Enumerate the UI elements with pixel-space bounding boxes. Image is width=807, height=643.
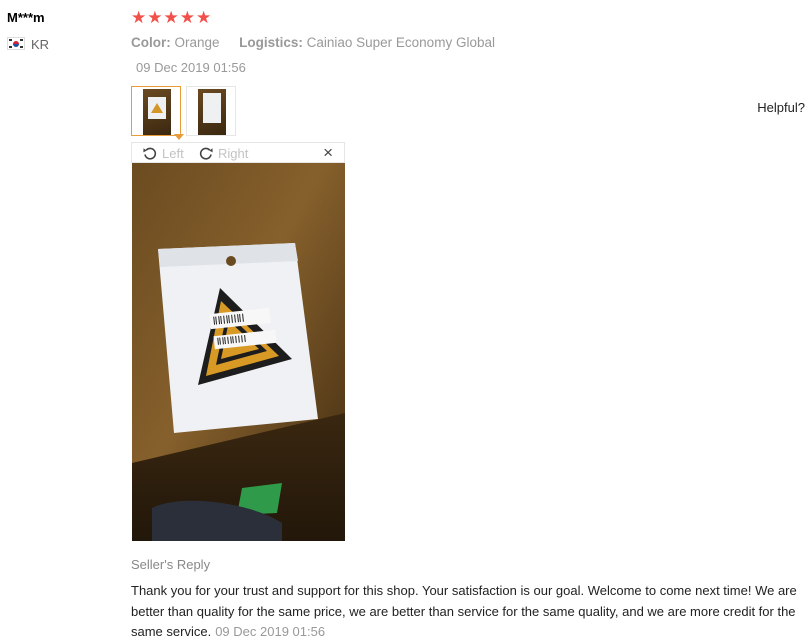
rotate-right-button[interactable]: Right bbox=[198, 145, 248, 161]
close-viewer-icon[interactable]: × bbox=[323, 144, 333, 162]
rotate-right-icon bbox=[199, 147, 213, 160]
selected-thumbnail-caret bbox=[174, 134, 184, 140]
image-viewer-toolbar: Left Right × bbox=[131, 142, 345, 163]
review-photo-thumbnail[interactable] bbox=[131, 86, 181, 136]
logistics-value: Cainiao Super Economy Global bbox=[306, 35, 495, 50]
rotate-left-icon bbox=[143, 147, 157, 160]
star-icon: ★ bbox=[147, 8, 163, 27]
review-date: 09 Dec 2019 01:56 bbox=[136, 60, 246, 75]
rotate-left-label: Left bbox=[162, 145, 184, 161]
star-icon: ★ bbox=[179, 8, 195, 27]
review-photo-enlarged bbox=[132, 163, 345, 541]
reviewer-name: M***m bbox=[7, 10, 45, 25]
color-value: Orange bbox=[174, 35, 220, 50]
review-attributes: Color: Orange Logistics: Cainiao Super E… bbox=[131, 35, 495, 50]
star-icon: ★ bbox=[196, 8, 212, 27]
star-icon: ★ bbox=[131, 8, 147, 27]
seller-reply: Thank you for your trust and support for… bbox=[131, 581, 806, 643]
helpful-link[interactable]: Helpful? bbox=[757, 100, 805, 115]
reviewer-country: KR bbox=[31, 37, 50, 52]
star-icon: ★ bbox=[163, 8, 179, 27]
seller-reply-date: 09 Dec 2019 01:56 bbox=[215, 624, 326, 639]
logistics-label: Logistics: bbox=[239, 35, 303, 50]
rotate-right-label: Right bbox=[218, 145, 249, 161]
review-photo-thumbnail[interactable] bbox=[186, 86, 236, 136]
color-label: Color: bbox=[131, 35, 171, 50]
seller-reply-title: Seller's Reply bbox=[131, 557, 211, 572]
korea-flag-icon bbox=[7, 37, 25, 50]
rotate-left-button[interactable]: Left bbox=[142, 145, 184, 161]
star-rating: ★ ★ ★ ★ ★ bbox=[131, 9, 211, 27]
